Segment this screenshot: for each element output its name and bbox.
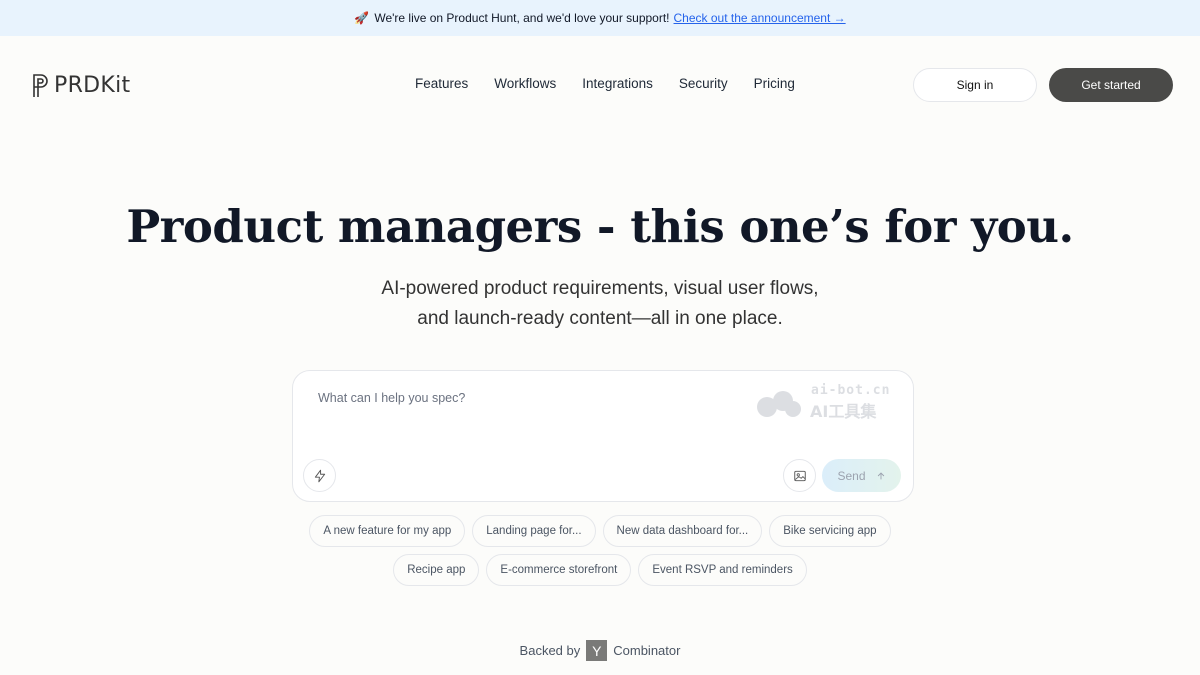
nav-pricing[interactable]: Pricing: [754, 76, 795, 91]
rocket-icon: 🚀: [354, 11, 370, 25]
suggestion-chip[interactable]: Bike servicing app: [769, 515, 891, 547]
hero-subtitle-line1: AI-powered product requirements, visual …: [381, 278, 819, 299]
site-header: PRDKit Features Workflows Integrations S…: [0, 36, 1200, 134]
prompt-input[interactable]: [318, 391, 738, 405]
arrow-up-icon: [877, 471, 884, 479]
sign-in-button[interactable]: Sign in: [913, 68, 1037, 102]
watermark-text-top: ai-bot.cn: [811, 383, 891, 398]
suggestion-chip[interactable]: Recipe app: [393, 554, 480, 586]
nav-integrations[interactable]: Integrations: [582, 76, 653, 91]
suggestion-chip[interactable]: E-commerce storefront: [486, 554, 632, 586]
announcement-bar: 🚀 We're live on Product Hunt, and we'd l…: [0, 0, 1200, 36]
backed-prefix: Backed by: [519, 643, 581, 658]
send-button[interactable]: Send: [822, 459, 901, 492]
get-started-button[interactable]: Get started: [1049, 68, 1173, 102]
hero-subtitle: AI-powered product requirements, visual …: [0, 274, 1200, 334]
hero-title: Product managers - this one’s for you.: [126, 200, 1074, 253]
announcement-text: We're live on Product Hunt, and we'd lov…: [374, 11, 670, 25]
main-nav: Features Workflows Integrations Security…: [415, 76, 795, 91]
suggestion-chip[interactable]: Landing page for...: [472, 515, 596, 547]
backed-by: Backed by Y Combinator: [0, 640, 1200, 661]
announcement-link[interactable]: Check out the announcement →: [674, 11, 846, 25]
suggestions-row-2: Recipe app E-commerce storefront Event R…: [0, 554, 1200, 586]
prdkit-logo-icon: [33, 74, 48, 97]
hero-subtitle-line2: and launch-ready content—all in one plac…: [417, 308, 783, 329]
attach-image-button[interactable]: [783, 459, 816, 492]
brand-logo[interactable]: PRDKit: [31, 71, 130, 99]
lightning-icon: [314, 469, 325, 482]
backed-suffix: Combinator: [613, 643, 681, 658]
suggestion-chip[interactable]: Event RSVP and reminders: [638, 554, 807, 586]
suggestions-row-1: A new feature for my app Landing page fo…: [0, 515, 1200, 547]
prompt-box: ai-bot.cn AI工具集 Send: [292, 370, 914, 502]
nav-workflows[interactable]: Workflows: [494, 76, 556, 91]
suggestion-chip[interactable]: New data dashboard for...: [602, 515, 763, 547]
nav-security[interactable]: Security: [679, 76, 728, 91]
image-icon: [793, 470, 806, 481]
send-label: Send: [837, 468, 866, 483]
watermark-logo-icon: [757, 391, 801, 417]
magic-button[interactable]: [303, 459, 336, 492]
nav-features[interactable]: Features: [415, 76, 468, 91]
watermark-text-bottom: AI工具集: [810, 402, 877, 421]
watermark: ai-bot.cn AI工具集: [755, 383, 905, 423]
yc-logo-icon: Y: [586, 640, 608, 661]
suggestion-chip[interactable]: A new feature for my app: [309, 515, 466, 547]
brand-name: PRDKit: [54, 72, 131, 98]
